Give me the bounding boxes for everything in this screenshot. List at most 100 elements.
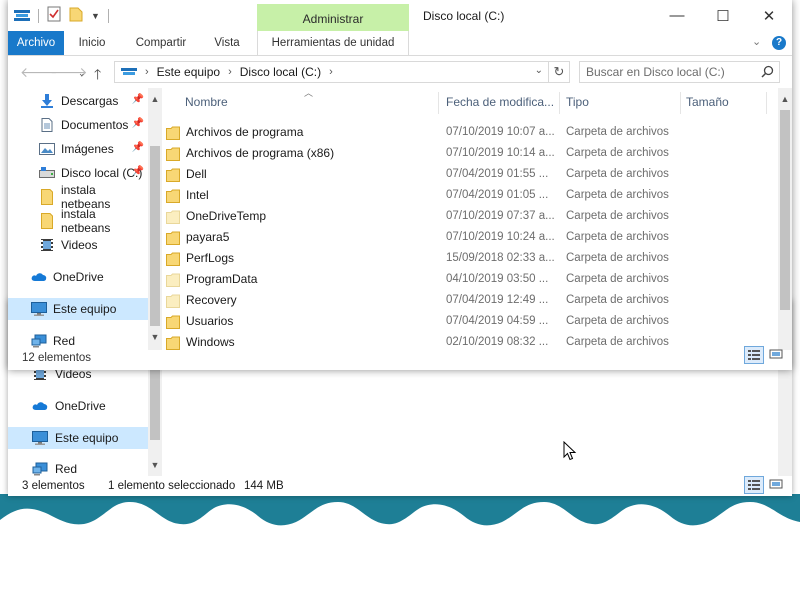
column-divider[interactable]: [438, 92, 439, 114]
pin-icon[interactable]: 📌: [132, 166, 144, 177]
nav-pane-scrollbar-thumb[interactable]: [150, 146, 160, 326]
table-row[interactable]: OneDriveTemp 07/10/2019 07:37 a... Carpeta…: [162, 205, 778, 226]
context-tab-group-label: Administrar: [302, 12, 364, 26]
column-divider[interactable]: [766, 92, 767, 114]
properties-icon[interactable]: [47, 6, 61, 25]
tab-archivo[interactable]: Archivo: [8, 31, 64, 55]
nav-item-instala-netbeans[interactable]: instala netbeans: [8, 183, 148, 211]
nav-item-red[interactable]: Red: [8, 330, 148, 352]
up-arrow-icon[interactable]: 🡑: [94, 64, 101, 88]
tab-inicio[interactable]: Inicio: [68, 31, 116, 55]
table-row[interactable]: ProgramData 04/10/2019 03:50 ... Carpeta d…: [162, 268, 778, 289]
folder-icon: [166, 231, 180, 245]
address-dropdown-icon[interactable]: ⌄: [535, 65, 543, 76]
pin-icon[interactable]: 📌: [132, 94, 144, 105]
bg-nav-item-onedrive[interactable]: OneDrive: [8, 395, 148, 417]
minimize-icon: —: [669, 7, 685, 24]
customize-toolbar-icon[interactable]: ▼: [91, 11, 100, 21]
nav-item-videos[interactable]: Videos: [8, 234, 148, 256]
content-scrollbar[interactable]: ▲: [778, 88, 792, 350]
large-icons-view-button[interactable]: [768, 346, 788, 364]
large-icons-view-icon: [769, 349, 783, 359]
new-folder-icon[interactable]: [69, 6, 83, 25]
file-date: 07/04/2019 01:05 ...: [446, 188, 549, 201]
breadcrumb-chevron-icon[interactable]: ›: [145, 66, 149, 78]
mouse-pointer-icon: [563, 441, 577, 461]
file-type: Carpeta de archivos: [566, 209, 669, 222]
nav-pane-scrollbar[interactable]: ▲ ▼: [148, 88, 162, 350]
folder-icon: [166, 315, 180, 329]
details-view-icon: [748, 480, 760, 490]
folder-icon: [166, 210, 180, 224]
minimize-button[interactable]: —: [654, 0, 700, 31]
refresh-icon[interactable]: ↻: [548, 62, 569, 82]
drive-icon: [38, 167, 56, 179]
folder-icon: [166, 168, 180, 182]
search-box[interactable]: [579, 61, 780, 83]
maximize-button[interactable]: ☐: [700, 0, 746, 31]
bg-nav-item-este-equipo[interactable]: Este equipo: [8, 427, 148, 449]
table-row[interactable]: PerfLogs 15/09/2018 02:33 a... Carpeta de …: [162, 247, 778, 268]
nav-item-documentos[interactable]: Documentos 📌: [8, 114, 148, 136]
search-icon[interactable]: [761, 65, 774, 81]
search-input[interactable]: [586, 64, 754, 80]
table-row[interactable]: Usuarios 07/04/2019 04:59 ... Carpeta de a…: [162, 310, 778, 331]
column-header-date[interactable]: Fecha de modifica...: [446, 88, 554, 116]
column-header-size[interactable]: Tamaño: [686, 88, 729, 116]
document-icon: [38, 118, 56, 132]
breadcrumb-chevron-icon[interactable]: ›: [329, 66, 333, 78]
breadcrumb-este-equipo[interactable]: Este equipo: [157, 65, 220, 79]
explorer-app-icon[interactable]: [14, 7, 30, 24]
table-row[interactable]: Windows 02/10/2019 08:32 ... Carpeta de ar…: [162, 331, 778, 352]
file-type: Carpeta de archivos: [566, 146, 669, 159]
title-bar[interactable]: ▼ Administrar Disco local (C:) — ☐ ✕: [8, 0, 792, 31]
breadcrumb-chevron-icon[interactable]: ›: [228, 66, 232, 78]
scroll-down-arrow-icon[interactable]: ▼: [148, 460, 162, 470]
file-type: Carpeta de archivos: [566, 230, 669, 243]
file-name: Archivos de programa (x86): [166, 146, 334, 161]
large-icons-view-button[interactable]: [768, 476, 788, 494]
details-view-button[interactable]: [744, 476, 764, 494]
file-explorer-window[interactable]: ▼ Administrar Disco local (C:) — ☐ ✕ Arc…: [8, 0, 792, 370]
maximize-icon: ☐: [716, 7, 730, 25]
content-scrollbar-thumb[interactable]: [780, 110, 790, 310]
column-divider[interactable]: [559, 92, 560, 114]
folder-icon: [166, 336, 180, 350]
scroll-down-arrow-icon[interactable]: ▼: [148, 332, 162, 342]
file-name-cell: PerfLogs: [166, 251, 436, 266]
tab-herramientas-de-unidad[interactable]: Herramientas de unidad: [257, 31, 409, 55]
nav-item-imagenes[interactable]: Imágenes 📌: [8, 138, 148, 160]
expand-ribbon-icon[interactable]: ⌄: [752, 35, 761, 48]
nav-item-label: Red: [53, 334, 76, 348]
column-header-type[interactable]: Tipo: [566, 88, 589, 116]
recent-locations-icon[interactable]: ⌄: [78, 68, 86, 79]
close-button[interactable]: ✕: [746, 0, 792, 31]
nav-item-este-equipo[interactable]: Este equipo: [8, 298, 148, 320]
file-name-cell: Usuarios: [166, 314, 436, 329]
table-row[interactable]: Archivos de programa (x86) 07/10/2019 10:…: [162, 142, 778, 163]
address-bar[interactable]: › Este equipo › Disco local (C:) › ⌄ ↻: [114, 61, 570, 83]
file-name-cell: payara5: [166, 230, 436, 245]
table-row[interactable]: Dell 07/04/2019 01:55 ... Carpeta de archi…: [162, 163, 778, 184]
videos-icon: [38, 238, 56, 252]
column-divider[interactable]: [680, 92, 681, 114]
table-row[interactable]: Intel 07/04/2019 01:05 ... Carpeta de arch…: [162, 184, 778, 205]
table-row[interactable]: Archivos de programa 07/10/2019 10:07 a..…: [162, 121, 778, 142]
nav-item-instala-netbeans[interactable]: instala netbeans: [8, 207, 148, 235]
nav-item-disco-local[interactable]: Disco local (C:) 📌: [8, 162, 148, 184]
nav-item-descargas[interactable]: Descargas 📌: [8, 90, 148, 112]
scroll-up-arrow-icon[interactable]: ▲: [148, 94, 162, 104]
nav-item-onedrive[interactable]: OneDrive: [8, 266, 148, 288]
pin-icon[interactable]: 📌: [132, 142, 144, 153]
help-icon[interactable]: ?: [772, 36, 786, 50]
tab-vista[interactable]: Vista: [204, 31, 250, 55]
breadcrumb-disco-local[interactable]: Disco local (C:): [240, 65, 321, 79]
table-row[interactable]: Recovery 07/04/2019 12:49 ... Carpeta de a…: [162, 289, 778, 310]
details-view-button[interactable]: [744, 346, 764, 364]
table-row[interactable]: payara5 07/10/2019 10:24 a... Carpeta de a…: [162, 226, 778, 247]
pin-icon[interactable]: 📌: [132, 118, 144, 129]
large-icons-view-icon: [769, 479, 783, 489]
tab-compartir[interactable]: Compartir: [128, 31, 194, 55]
column-header-name[interactable]: Nombre: [185, 88, 228, 116]
scroll-up-arrow-icon[interactable]: ▲: [778, 94, 792, 104]
